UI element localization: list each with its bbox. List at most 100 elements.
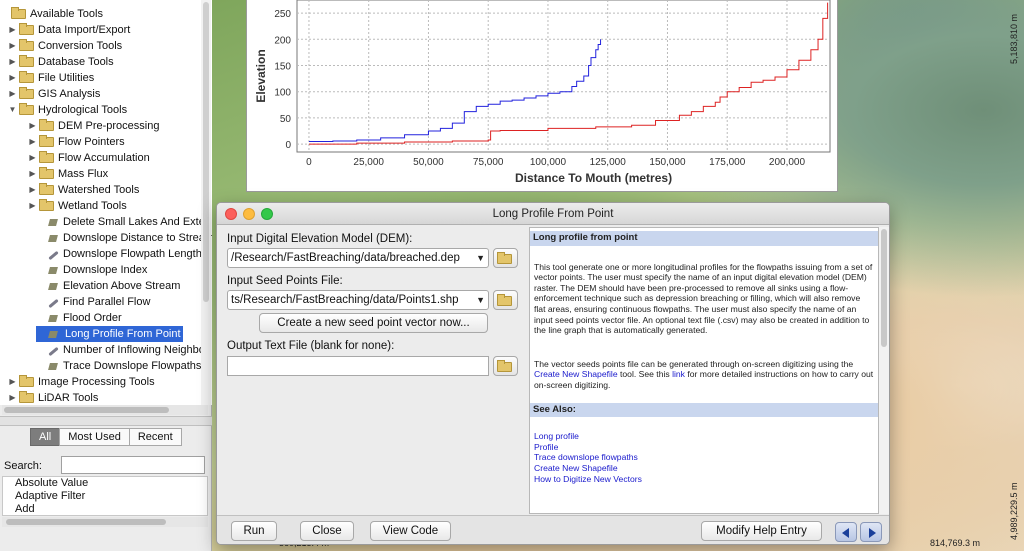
tree-subfolder[interactable]: ▶ Watershed Tools xyxy=(28,182,139,198)
tree-tool-item[interactable]: Elevation Above Stream xyxy=(36,278,180,294)
tree-tool-item[interactable]: Flood Order xyxy=(36,310,122,326)
see-also-link[interactable]: Create New Shapefile xyxy=(534,463,874,474)
tree-subfolder[interactable]: ▶ Mass Flux xyxy=(28,166,108,182)
list-horizontal-scrollbar[interactable] xyxy=(2,517,208,527)
search-input[interactable] xyxy=(61,456,205,474)
tree-item-label: Downslope Distance to Stream xyxy=(63,232,212,244)
help-back-button[interactable] xyxy=(835,522,857,542)
run-button[interactable]: Run xyxy=(231,521,277,541)
tree-item-label: Available Tools xyxy=(30,8,103,20)
view-code-button[interactable]: View Code xyxy=(370,521,451,541)
maximize-window-icon[interactable] xyxy=(261,208,273,220)
tree-subfolder[interactable]: ▶ Flow Accumulation xyxy=(28,150,150,166)
dialog-titlebar[interactable]: Long Profile From Point xyxy=(217,203,889,225)
wrench-icon xyxy=(47,345,59,356)
tree-subfolder[interactable]: ▶ Flow Pointers xyxy=(28,134,125,150)
folder-icon xyxy=(19,71,34,83)
minimize-window-icon[interactable] xyxy=(243,208,255,220)
list-item[interactable]: Absolute Value xyxy=(3,477,207,490)
help-forward-button[interactable] xyxy=(860,522,882,542)
tree-tool-item[interactable]: Downslope Distance to Stream xyxy=(36,230,212,246)
list-item[interactable]: Add xyxy=(3,503,207,515)
create-seed-vector-button[interactable]: Create a new seed point vector now... xyxy=(259,313,488,333)
tree-category[interactable]: ▶ LiDAR Tools xyxy=(8,390,98,405)
dem-combo[interactable]: /Research/FastBreaching/data/breached.de… xyxy=(227,248,489,268)
collapsed-triangle-icon[interactable]: ▶ xyxy=(28,134,37,150)
tree-category[interactable]: ▶ Conversion Tools xyxy=(8,38,122,54)
tree-item-label: Trace Downslope Flowpaths xyxy=(63,360,202,372)
tree-item-label: GIS Analysis xyxy=(38,88,101,100)
seed-combo[interactable]: ts/Research/FastBreaching/data/Points1.s… xyxy=(227,290,489,310)
digitizing-link[interactable]: link xyxy=(672,369,685,379)
collapsed-triangle-icon[interactable]: ▶ xyxy=(8,54,17,70)
tree-horizontal-scrollbar[interactable] xyxy=(2,405,208,415)
close-window-icon[interactable] xyxy=(225,208,237,220)
collapsed-triangle-icon[interactable]: ▶ xyxy=(28,166,37,182)
chevron-down-icon: ▼ xyxy=(476,295,485,305)
tree-category[interactable]: ▼ Hydrological Tools xyxy=(8,102,127,118)
tree-item-label: Image Processing Tools xyxy=(38,376,155,388)
tab-recent[interactable]: Recent xyxy=(128,428,182,446)
close-button[interactable]: Close xyxy=(300,521,354,541)
collapsed-triangle-icon[interactable]: ▶ xyxy=(28,150,37,166)
tree-tool-item[interactable]: Delete Small Lakes And Exten xyxy=(36,214,211,230)
expanded-triangle-icon[interactable]: ▼ xyxy=(8,102,17,118)
tab-most-used[interactable]: Most Used xyxy=(59,428,130,446)
tree-category[interactable]: ▶ File Utilities xyxy=(8,70,94,86)
tree-item-label: Database Tools xyxy=(38,56,114,68)
y-tick-label: 150 xyxy=(274,62,291,73)
y-tick-label: 100 xyxy=(274,88,291,99)
tree-category[interactable]: ▶ Data Import/Export xyxy=(8,22,130,38)
folder-icon xyxy=(39,183,54,195)
dialog-title: Long Profile From Point xyxy=(492,208,614,220)
tree-category[interactable]: ▶ GIS Analysis xyxy=(8,86,100,102)
collapsed-triangle-icon[interactable]: ▶ xyxy=(8,70,17,86)
see-also-link[interactable]: Profile xyxy=(534,442,874,453)
map-coord-right-bottom: 4,989,229.5 m xyxy=(1009,482,1019,540)
help-vertical-scrollbar[interactable] xyxy=(879,227,889,514)
tree-item-label: Wetland Tools xyxy=(58,200,127,212)
tree-category[interactable]: ▶ Image Processing Tools xyxy=(8,374,155,390)
x-tick-label: 50,000 xyxy=(413,157,444,168)
tree-item-label: Watershed Tools xyxy=(58,184,140,196)
tree-vertical-scrollbar[interactable] xyxy=(201,0,211,405)
modify-help-entry-button[interactable]: Modify Help Entry xyxy=(701,521,822,541)
seed-browse-button[interactable] xyxy=(493,290,518,310)
long-profile-dialog: Long Profile From Point Input Digital El… xyxy=(216,202,890,545)
tree-root[interactable]: Available Tools xyxy=(0,6,103,22)
help-paragraph-2: The vector seeds points file can be gene… xyxy=(534,358,874,390)
tree-tool-item[interactable]: Downslope Index xyxy=(36,262,147,278)
tree-tool-item[interactable]: Long Profile From Point xyxy=(36,326,183,342)
tree-tool-item[interactable]: Downslope Flowpath Length xyxy=(36,246,202,262)
x-tick-label: 25,000 xyxy=(353,157,384,168)
collapsed-triangle-icon[interactable]: ▶ xyxy=(28,198,37,214)
see-also-link[interactable]: Trace downslope flowpaths xyxy=(534,452,874,463)
create-shapefile-link[interactable]: Create New Shapefile xyxy=(534,369,618,379)
panel-splitter[interactable] xyxy=(0,416,212,426)
collapsed-triangle-icon[interactable]: ▶ xyxy=(8,374,17,390)
tree-item-label: Downslope Flowpath Length xyxy=(63,248,202,260)
tree-tool-item[interactable]: Number of Inflowing Neighbou xyxy=(36,342,211,358)
dem-browse-button[interactable] xyxy=(493,248,518,268)
collapsed-triangle-icon[interactable]: ▶ xyxy=(8,22,17,38)
tree-subfolder[interactable]: ▶ DEM Pre-processing xyxy=(28,118,159,134)
tree-subfolder[interactable]: ▶ Wetland Tools xyxy=(28,198,127,214)
tree-tool-item[interactable]: Find Parallel Flow xyxy=(36,294,150,310)
map-coord-bottom-right: 814,769.3 m xyxy=(930,538,981,548)
tab-all[interactable]: All xyxy=(30,428,61,446)
tree-tool-item[interactable]: Trace Downslope Flowpaths xyxy=(36,358,201,374)
see-also-link[interactable]: Long profile xyxy=(534,431,874,442)
folder-icon xyxy=(39,135,54,147)
output-browse-button[interactable] xyxy=(493,356,518,376)
see-also-link[interactable]: How to Digitize New Vectors xyxy=(534,474,874,485)
list-item[interactable]: Adaptive Filter xyxy=(3,490,207,503)
collapsed-triangle-icon[interactable]: ▶ xyxy=(28,118,37,134)
collapsed-triangle-icon[interactable]: ▶ xyxy=(8,86,17,102)
collapsed-triangle-icon[interactable]: ▶ xyxy=(28,182,37,198)
wrench-icon xyxy=(47,297,59,308)
tree-category[interactable]: ▶ Database Tools xyxy=(8,54,114,70)
collapsed-triangle-icon[interactable]: ▶ xyxy=(8,390,17,405)
collapsed-triangle-icon[interactable]: ▶ xyxy=(8,38,17,54)
tool-icon xyxy=(47,217,59,228)
output-file-input[interactable] xyxy=(227,356,489,376)
